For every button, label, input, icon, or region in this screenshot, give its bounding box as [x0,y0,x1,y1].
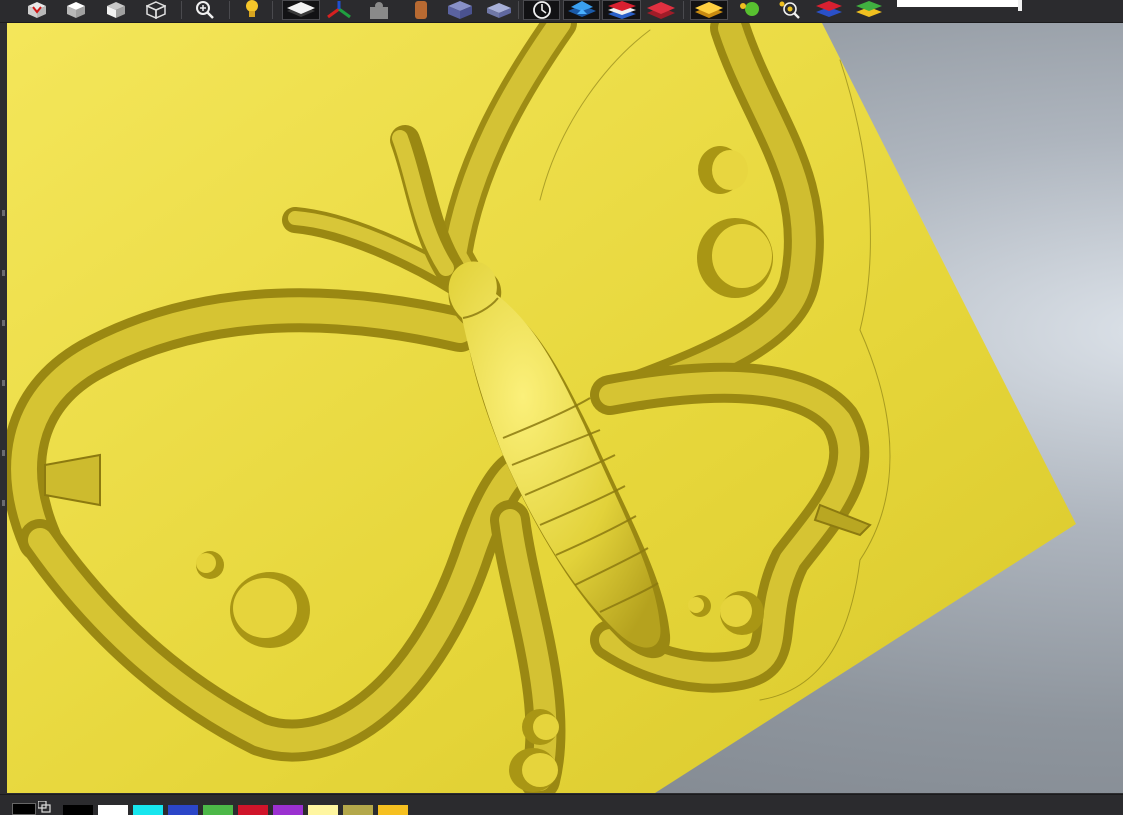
palette-swatch-10[interactable] [378,805,408,815]
red-blue-stack-icon [816,1,842,17]
green-dot-button[interactable] [737,0,763,20]
zoom-target-icon [779,1,800,19]
swap-colors-icon[interactable] [38,801,52,813]
blue-layers-icon [567,1,596,17]
view-side-icon [146,1,166,19]
layer-white-button[interactable] [282,0,320,20]
zoom-icon [196,1,214,19]
clock-icon [532,1,551,19]
red-layers-button[interactable] [645,0,677,20]
cylinder-icon [415,1,427,19]
wire-box-button[interactable] [485,0,511,20]
color-palette [0,794,1123,815]
zoom-button[interactable] [192,0,218,20]
green-dot-icon [740,2,759,16]
red-layers-icon [647,2,675,19]
clock-button[interactable] [523,0,560,20]
3d-viewport[interactable] [7,23,1123,793]
primary-color-swatch[interactable] [12,803,36,815]
solid-box-icon [448,1,472,19]
palette-swatch-4[interactable] [168,805,198,815]
puzzle-button[interactable] [366,0,392,20]
blue-layers-button[interactable] [563,0,600,20]
palette-swatch-5[interactable] [203,805,233,815]
view-iso-icon [28,2,46,18]
axes-button[interactable] [326,0,352,20]
puzzle-icon [370,2,388,19]
yellow-layer-icon [695,2,723,18]
green-yellow-stack-icon [856,1,882,17]
palette-swatch-8[interactable] [308,805,338,815]
view-side-button[interactable] [143,0,169,20]
solid-box-button[interactable] [446,0,472,20]
view-top-icon [67,2,85,18]
view-iso-button[interactable] [24,0,50,20]
progress-bar [897,0,1020,7]
left-gutter [0,23,7,793]
zoom-target-button[interactable] [777,0,803,20]
light-button[interactable] [239,0,265,20]
palette-swatch-3[interactable] [133,805,163,815]
palette-swatch-9[interactable] [343,805,373,815]
green-yellow-stack-button[interactable] [853,0,885,20]
wire-box-icon [487,3,511,18]
red-blue-layers-button[interactable] [602,0,641,20]
view-top-button[interactable] [63,0,89,20]
view-front-icon [107,2,125,18]
axes-icon [327,1,351,19]
progress-handle[interactable] [1018,0,1022,11]
light-bulb-icon [246,0,258,17]
palette-swatch-7[interactable] [273,805,303,815]
toolbar [0,0,1123,23]
butterfly-relief-model [7,23,1076,793]
cylinder-button[interactable] [408,0,434,20]
palette-swatch-1[interactable] [63,805,93,815]
red-blue-stack-button[interactable] [813,0,845,20]
layer-white-icon [287,2,315,17]
palette-swatch-2[interactable] [98,805,128,815]
view-front-button[interactable] [103,0,129,20]
palette-swatch-6[interactable] [238,805,268,815]
red-blue-layers-icon [607,1,636,19]
yellow-layer-button[interactable] [690,0,728,20]
